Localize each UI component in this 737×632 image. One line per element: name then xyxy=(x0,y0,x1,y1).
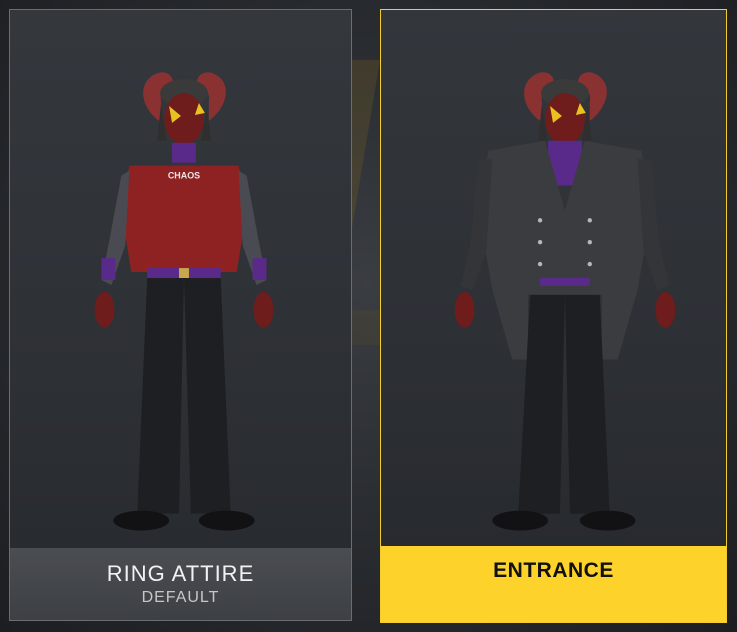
wrestler-entrance-render xyxy=(454,72,676,531)
ring-attire-label-bar: RING ATTIRE DEFAULT xyxy=(10,548,351,620)
shirt-text: CHAOS xyxy=(168,171,200,181)
entrance-label-bar: ENTRANCE xyxy=(381,546,726,622)
attire-card-entrance[interactable]: ENTRANCE xyxy=(380,9,727,623)
ring-attire-subtitle: DEFAULT xyxy=(141,589,220,606)
wrestler-ring-attire-render: CHAOS xyxy=(94,72,274,531)
attire-select-screen: CHAOS RING ATTIRE DEFAULT ENTRANCE xyxy=(0,0,737,632)
ring-attire-title: RING ATTIRE xyxy=(106,561,255,586)
attire-card-ring-attire[interactable]: CHAOS RING ATTIRE DEFAULT xyxy=(9,9,352,621)
entrance-title: ENTRANCE xyxy=(493,559,614,582)
